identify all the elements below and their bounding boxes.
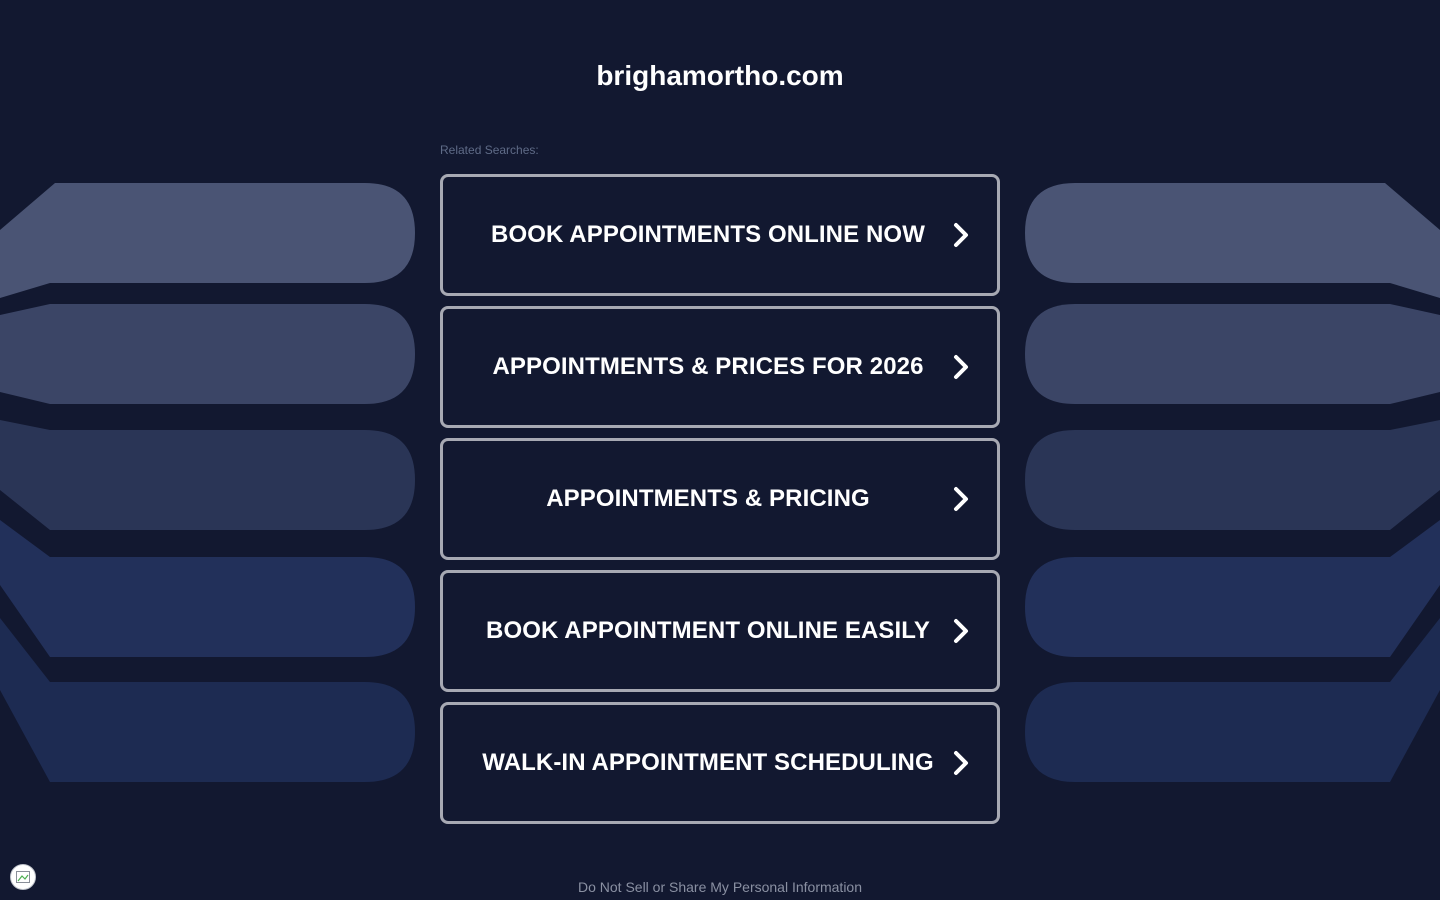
related-search-label: BOOK APPOINTMENTS ONLINE NOW: [491, 221, 925, 248]
related-search-link-appointments-pricing[interactable]: APPOINTMENTS & PRICING: [440, 438, 1000, 560]
related-searches-label: Related Searches:: [440, 143, 539, 157]
chevron-right-icon: [954, 223, 968, 247]
related-search-label: BOOK APPOINTMENT ONLINE EASILY: [486, 617, 930, 644]
related-search-link-walk-in-appointment-scheduling[interactable]: WALK-IN APPOINTMENT SCHEDULING: [440, 702, 1000, 824]
related-searches-list: BOOK APPOINTMENTS ONLINE NOW APPOINTMENT…: [440, 174, 1000, 834]
domain-title: brighamortho.com: [596, 60, 844, 91]
privacy-settings-icon[interactable]: [10, 864, 36, 890]
right-decor: [1025, 183, 1440, 782]
chevron-right-icon: [954, 355, 968, 379]
chevron-right-icon: [954, 751, 968, 775]
related-search-link-book-appointments-online-now[interactable]: BOOK APPOINTMENTS ONLINE NOW: [440, 174, 1000, 296]
related-search-label: APPOINTMENTS & PRICES FOR 2026: [492, 353, 924, 380]
related-search-label: APPOINTMENTS & PRICING: [546, 485, 870, 512]
left-decor: [0, 183, 415, 782]
related-search-link-book-appointment-online-easily[interactable]: BOOK APPOINTMENT ONLINE EASILY: [440, 570, 1000, 692]
chevron-right-icon: [954, 487, 968, 511]
chevron-right-icon: [954, 619, 968, 643]
broken-image-icon: [16, 871, 30, 883]
related-search-label: WALK-IN APPOINTMENT SCHEDULING: [482, 749, 934, 776]
privacy-link[interactable]: Do Not Sell or Share My Personal Informa…: [0, 879, 1440, 895]
related-search-link-appointments-prices-2026[interactable]: APPOINTMENTS & PRICES FOR 2026: [440, 306, 1000, 428]
parked-domain-page: brighamortho.com Related Searches: BOOK …: [0, 0, 1440, 900]
